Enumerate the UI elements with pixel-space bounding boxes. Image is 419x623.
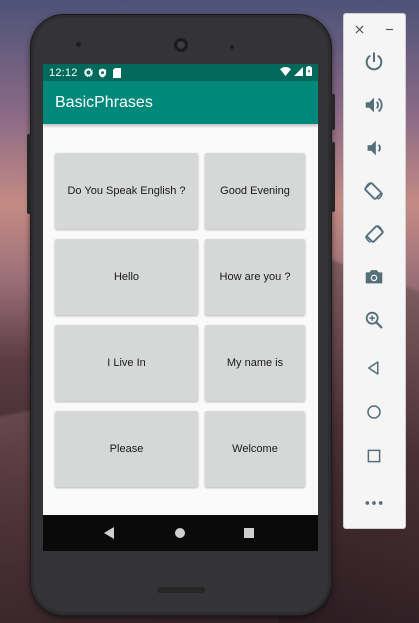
back-button[interactable]: [359, 355, 389, 385]
phrase-button-my-name-is[interactable]: My name is: [205, 325, 305, 401]
status-bar: 12:12: [43, 64, 318, 81]
home-button[interactable]: [359, 399, 389, 429]
more-dots-icon: [364, 494, 384, 512]
volume-up-icon: [363, 94, 385, 121]
gear-icon: [83, 67, 94, 78]
navigation-bar: [43, 515, 318, 551]
wifi-icon: [280, 66, 291, 79]
zoom-button[interactable]: [359, 307, 389, 337]
phrase-button-how-are-you[interactable]: How are you ?: [205, 239, 305, 315]
volume-down-button[interactable]: [359, 135, 389, 165]
rotate-left-icon: [363, 180, 385, 207]
overview-button[interactable]: [359, 443, 389, 473]
phrase-button-good-evening[interactable]: Good Evening: [205, 153, 305, 229]
phrase-button-do-you-speak-english[interactable]: Do You Speak English ?: [55, 153, 198, 229]
sdcard-icon: [112, 67, 122, 78]
home-circle-icon: [365, 403, 383, 426]
power-icon: [363, 51, 385, 78]
power-button[interactable]: [359, 49, 389, 79]
emulator-toolbar: [344, 14, 405, 528]
rotate-right-button[interactable]: [359, 221, 389, 251]
close-icon[interactable]: [355, 22, 364, 37]
screenshot-button[interactable]: [359, 264, 389, 294]
device-screen: 12:12 BasicPhrases Do You Speak English …: [43, 64, 318, 551]
rotate-left-button[interactable]: [359, 178, 389, 208]
minimize-icon[interactable]: [385, 22, 394, 37]
zoom-in-icon: [363, 309, 385, 336]
phrase-button-welcome[interactable]: Welcome: [205, 411, 305, 487]
phrase-button-i-live-in[interactable]: I Live In: [55, 325, 198, 401]
more-button[interactable]: [359, 488, 389, 518]
nav-back-icon[interactable]: [104, 527, 114, 539]
battery-icon: [306, 66, 312, 79]
nav-recents-icon[interactable]: [244, 528, 254, 538]
front-camera: [174, 38, 188, 52]
overview-square-icon: [365, 447, 383, 470]
bottom-speaker: [157, 587, 205, 593]
proximity-sensor: [230, 45, 234, 49]
rotate-right-icon: [363, 223, 385, 250]
camera-icon: [363, 266, 385, 293]
nav-home-icon[interactable]: [175, 528, 185, 538]
app-title: BasicPhrases: [55, 93, 153, 111]
signal-icon: [294, 66, 303, 79]
volume-up-button[interactable]: [359, 92, 389, 122]
app-bar: BasicPhrases: [43, 81, 318, 124]
phrase-button-hello[interactable]: Hello: [55, 239, 198, 315]
phrase-button-please[interactable]: Please: [55, 411, 198, 487]
status-time: 12:12: [49, 66, 78, 79]
front-sensor: [76, 42, 81, 47]
power-button-hw: [331, 94, 335, 130]
shield-icon: [98, 68, 108, 78]
volume-down-icon: [363, 137, 385, 164]
back-triangle-icon: [365, 359, 383, 382]
side-button-left: [27, 134, 31, 214]
volume-button-hw: [331, 142, 335, 212]
